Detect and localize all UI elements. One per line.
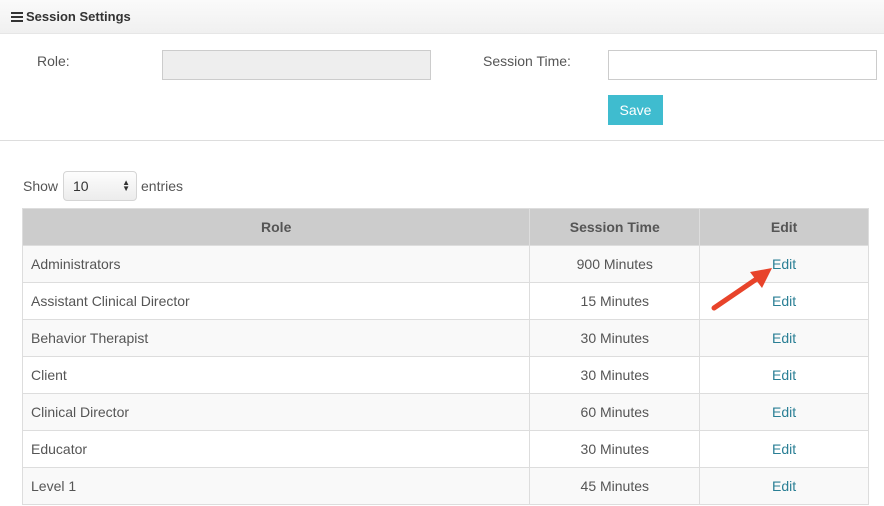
role-cell: Behavior Therapist [21, 319, 531, 357]
role-cell: Assistant Clinical Director [21, 282, 531, 320]
red-arrow-annotation [711, 268, 772, 311]
column-header-role[interactable]: Role [21, 208, 531, 246]
role-input[interactable] [162, 50, 431, 80]
panel-title: Session Settings [26, 9, 131, 24]
edit-link[interactable]: Edit [772, 441, 796, 457]
session-time-cell: 30 Minutes [529, 430, 701, 468]
panel-header: Session Settings [0, 0, 884, 34]
role-cell: Administrators [21, 245, 531, 283]
role-cell: Client [21, 356, 531, 394]
role-cell: Level 1 [21, 467, 531, 505]
save-button[interactable]: Save [608, 95, 663, 125]
edit-cell: Edit [699, 467, 869, 505]
edit-cell: Edit [699, 393, 869, 431]
session-time-cell: 45 Minutes [529, 467, 701, 505]
table-row: Level 1 45 Minutes Edit [21, 467, 869, 505]
session-time-cell: 30 Minutes [529, 356, 701, 394]
show-label: Show [23, 178, 59, 194]
session-time-label: Session Time: [483, 53, 571, 69]
entries-label: entries [141, 178, 184, 194]
session-time-cell: 30 Minutes [529, 319, 701, 357]
role-cell: Educator [21, 430, 531, 468]
table-row: Client 30 Minutes Edit [21, 356, 869, 394]
session-time-input[interactable] [608, 50, 877, 80]
select-arrows-icon: ▲ ▼ [122, 178, 130, 193]
table-row: Behavior Therapist 30 Minutes Edit [21, 319, 869, 357]
session-settings-form: Role: Session Time: Save [0, 34, 884, 141]
entries-selected-value: 10 [73, 178, 89, 194]
edit-cell: Edit [699, 430, 869, 468]
edit-cell: Edit [699, 356, 869, 394]
entries-per-page-select[interactable]: 10 ▲ ▼ [63, 171, 137, 201]
table-header-row: Role Session Time Edit [21, 208, 869, 246]
session-time-cell: 15 Minutes [529, 282, 701, 320]
session-time-cell: 60 Minutes [529, 393, 701, 431]
session-time-cell: 900 Minutes [529, 245, 701, 283]
edit-link[interactable]: Edit [772, 478, 796, 494]
edit-link[interactable]: Edit [772, 367, 796, 383]
column-header-edit[interactable]: Edit [699, 208, 869, 246]
edit-link[interactable]: Edit [772, 330, 796, 346]
column-header-session-time[interactable]: Session Time [529, 208, 701, 246]
edit-cell: Edit [699, 319, 869, 357]
edit-link[interactable]: Edit [772, 404, 796, 420]
hamburger-icon[interactable] [11, 11, 23, 22]
table-row: Educator 30 Minutes Edit [21, 430, 869, 468]
session-times-table: Role Session Time Edit Administrators 90… [21, 208, 869, 505]
table-row: Clinical Director 60 Minutes Edit [21, 393, 869, 431]
role-cell: Clinical Director [21, 393, 531, 431]
role-label: Role: [37, 53, 70, 69]
